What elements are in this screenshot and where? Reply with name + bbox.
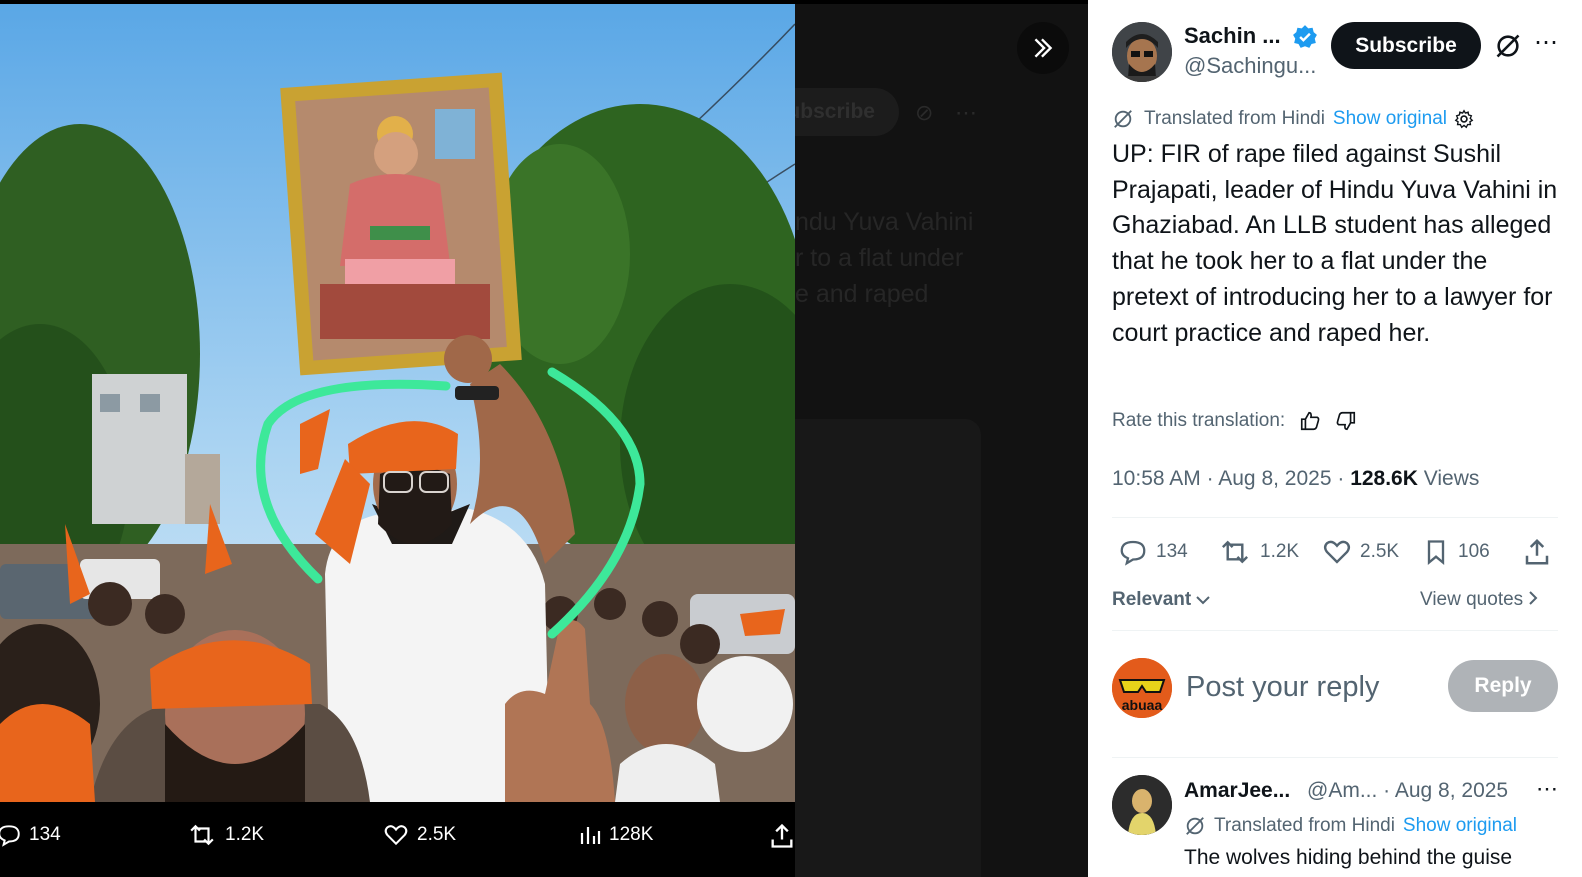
current-user-avatar[interactable]: abuaa: [1112, 658, 1172, 718]
ghost-line: r to a flat under: [795, 244, 964, 272]
thumbs-up-icon[interactable]: [1299, 410, 1321, 432]
reply-submit-button[interactable]: Reply: [1448, 660, 1558, 712]
view-quotes-link[interactable]: View quotes: [1420, 589, 1538, 611]
media-action-bar: 134 1.2K 2.5K 128K: [0, 802, 795, 877]
sort-label: Relevant: [1112, 589, 1192, 610]
repost-button[interactable]: 1.2K: [1218, 537, 1299, 567]
reply-icon: [0, 825, 20, 847]
comment-date[interactable]: Aug 8, 2025: [1395, 779, 1508, 802]
sort-replies-dropdown[interactable]: Relevant: [1112, 589, 1211, 611]
chevron-right-icon: [1529, 591, 1538, 605]
author-avatar-image: [1112, 22, 1172, 82]
comment-translation-notice: Translated from Hindi Show original: [1184, 815, 1517, 837]
post-text: UP: FIR of rape filed against Sushil Pra…: [1112, 140, 1558, 347]
share-icon: [771, 823, 793, 848]
ghost-grok-icon: ⊘: [915, 100, 934, 125]
heart-icon: [384, 825, 408, 846]
show-original-link[interactable]: Show original: [1333, 108, 1447, 130]
comment-more-icon[interactable]: ⋯: [1536, 776, 1558, 802]
meta-separator: ·: [1337, 467, 1351, 490]
photo-illustration: [0, 4, 795, 802]
background-post-ghost: Subscribe ⊘ ⋯ ndu Yuva Vahini r to a fla…: [795, 4, 1088, 877]
rate-translation-label: Rate this translation:: [1112, 410, 1286, 431]
media-share-button[interactable]: [768, 822, 803, 850]
engagement-bar: 134 1.2K 2.5K 106: [1112, 537, 1558, 573]
divider: [1112, 757, 1558, 758]
bookmark-icon: [1427, 540, 1445, 565]
divider: [1112, 517, 1558, 518]
current-user-avatar-image: abuaa: [1112, 658, 1172, 718]
reply-count: 134: [1156, 541, 1188, 562]
like-button[interactable]: 2.5K: [1322, 537, 1399, 567]
post-time[interactable]: 10:58 AM: [1112, 467, 1201, 490]
grok-translate-icon: [1114, 110, 1132, 128]
media-like-count: 2.5K: [417, 824, 457, 845]
repost-icon: [190, 824, 214, 846]
media-views-count: 128K: [609, 824, 654, 845]
comment-avatar[interactable]: [1112, 775, 1172, 835]
post-photo[interactable]: [0, 4, 795, 802]
share-icon: [1525, 538, 1549, 565]
post-date[interactable]: Aug 8, 2025: [1218, 467, 1331, 490]
media-reply-count: 134: [29, 824, 61, 845]
double-chevron-right-icon: [1034, 38, 1053, 58]
chevron-down-icon: [1196, 596, 1211, 605]
reply-input[interactable]: [1186, 666, 1426, 708]
heart-icon: [1323, 540, 1351, 564]
share-button[interactable]: [1522, 537, 1560, 567]
media-reply-button[interactable]: 134: [0, 822, 61, 848]
media-repost-button[interactable]: 1.2K: [186, 822, 264, 848]
repost-icon: [1221, 540, 1249, 564]
repost-count: 1.2K: [1260, 541, 1300, 562]
author-handle[interactable]: @Sachingu...: [1184, 53, 1316, 79]
ghost-more-icon: ⋯: [955, 100, 977, 125]
meta-separator: ·: [1206, 467, 1219, 490]
avatar-logo-text: abuaa: [1122, 697, 1163, 713]
views-chart-icon: [580, 827, 601, 844]
reply-icon: [1120, 540, 1146, 566]
bookmark-button[interactable]: 106: [1422, 537, 1490, 567]
translated-label: Translated from Hindi: [1144, 108, 1325, 129]
author-name[interactable]: Sachin ...: [1184, 23, 1281, 49]
comment-avatar-image: [1112, 775, 1172, 835]
comment-show-original-link[interactable]: Show original: [1403, 815, 1517, 837]
comment-handle[interactable]: @Am...: [1307, 779, 1377, 802]
author-avatar[interactable]: [1112, 22, 1172, 82]
ghost-card: [795, 419, 981, 877]
media-views-button[interactable]: 128K: [578, 822, 653, 848]
bookmark-count: 106: [1458, 541, 1490, 562]
comment-author-name[interactable]: AmarJee...: [1184, 779, 1290, 803]
like-count: 2.5K: [1360, 541, 1400, 562]
post-detail-panel: Sachin ... @Sachingu... Subscribe ⋯ Tran…: [1088, 0, 1582, 877]
ghost-line: e and raped: [795, 280, 929, 308]
meta-separator: ·: [1383, 779, 1395, 802]
gear-icon[interactable]: [1453, 108, 1475, 130]
divider: [1112, 630, 1558, 631]
comment-handle-date: @Am... · Aug 8, 2025: [1307, 779, 1508, 803]
view-quotes-label: View quotes: [1420, 589, 1524, 610]
grok-translate-icon: [1186, 817, 1204, 835]
grok-icon[interactable]: [1494, 32, 1522, 60]
more-options-icon[interactable]: ⋯: [1534, 28, 1559, 57]
views-label: Views: [1423, 467, 1480, 490]
post-meta: 10:58 AM · Aug 8, 2025 · 128.6K Views: [1112, 467, 1479, 491]
reply-button[interactable]: 134: [1118, 537, 1188, 567]
media-like-button[interactable]: 2.5K: [382, 822, 456, 848]
translation-notice: Translated from Hindi Show original: [1112, 108, 1485, 130]
views-count: 128.6K: [1350, 467, 1418, 490]
comment-translated-label: Translated from Hindi: [1214, 815, 1395, 836]
rate-translation: Rate this translation:: [1112, 410, 1357, 432]
media-repost-count: 1.2K: [225, 824, 265, 845]
comment-text: The wolves hiding behind the guise: [1184, 846, 1513, 869]
media-viewer: Subscribe ⊘ ⋯ ndu Yuva Vahini r to a fla…: [0, 0, 1088, 877]
ghost-post-text: ndu Yuva Vahini r to a flat under e and …: [795, 204, 1035, 312]
collapse-panel-button[interactable]: [1017, 22, 1069, 74]
ghost-subscribe-button: Subscribe: [795, 88, 899, 136]
subscribe-button[interactable]: Subscribe: [1331, 22, 1481, 69]
thumbs-down-icon[interactable]: [1335, 410, 1357, 432]
verified-badge-icon: [1293, 25, 1317, 48]
ghost-line: ndu Yuva Vahini: [795, 208, 974, 236]
